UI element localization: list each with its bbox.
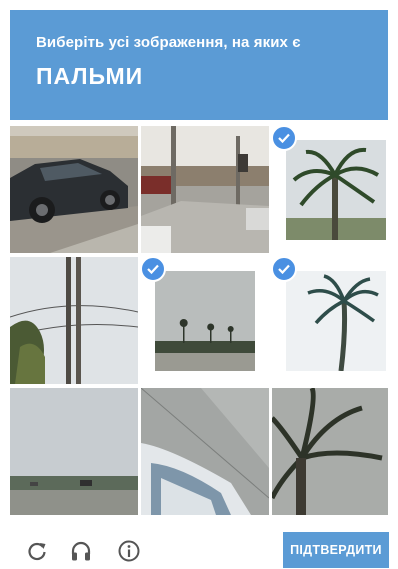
image-tile-5[interactable] (141, 257, 269, 384)
challenge-header: Виберіть усі зображення, на яких є ПАЛЬМ… (10, 10, 388, 120)
tile-image-fronds (272, 388, 388, 515)
image-tile-8[interactable] (141, 388, 269, 515)
target-word: ПАЛЬМИ (36, 63, 144, 89)
tile-image-palm (286, 140, 386, 240)
verify-button[interactable]: ПІДТВЕРДИТИ (283, 532, 389, 568)
image-tile-2[interactable] (141, 126, 269, 253)
headphones-icon[interactable] (68, 538, 94, 564)
image-tile-9[interactable] (272, 388, 388, 515)
image-tile-4[interactable] (10, 257, 138, 384)
tile-image-tall-palm (286, 271, 386, 371)
tile-image-coast (10, 388, 138, 515)
image-tile-7[interactable] (10, 388, 138, 515)
tile-image-car-roof (141, 388, 269, 515)
tile-image-car (10, 126, 138, 253)
image-tile-6[interactable] (272, 257, 388, 384)
tile-image-trunks (10, 257, 138, 384)
reload-icon[interactable] (24, 538, 50, 564)
image-tile-1[interactable] (10, 126, 138, 253)
tile-image-horizon (155, 271, 255, 371)
instruction-text: Виберіть усі зображення, на яких є (36, 34, 301, 51)
info-icon[interactable] (116, 538, 142, 564)
image-tile-3[interactable] (272, 126, 388, 253)
tile-image-street (141, 126, 269, 253)
